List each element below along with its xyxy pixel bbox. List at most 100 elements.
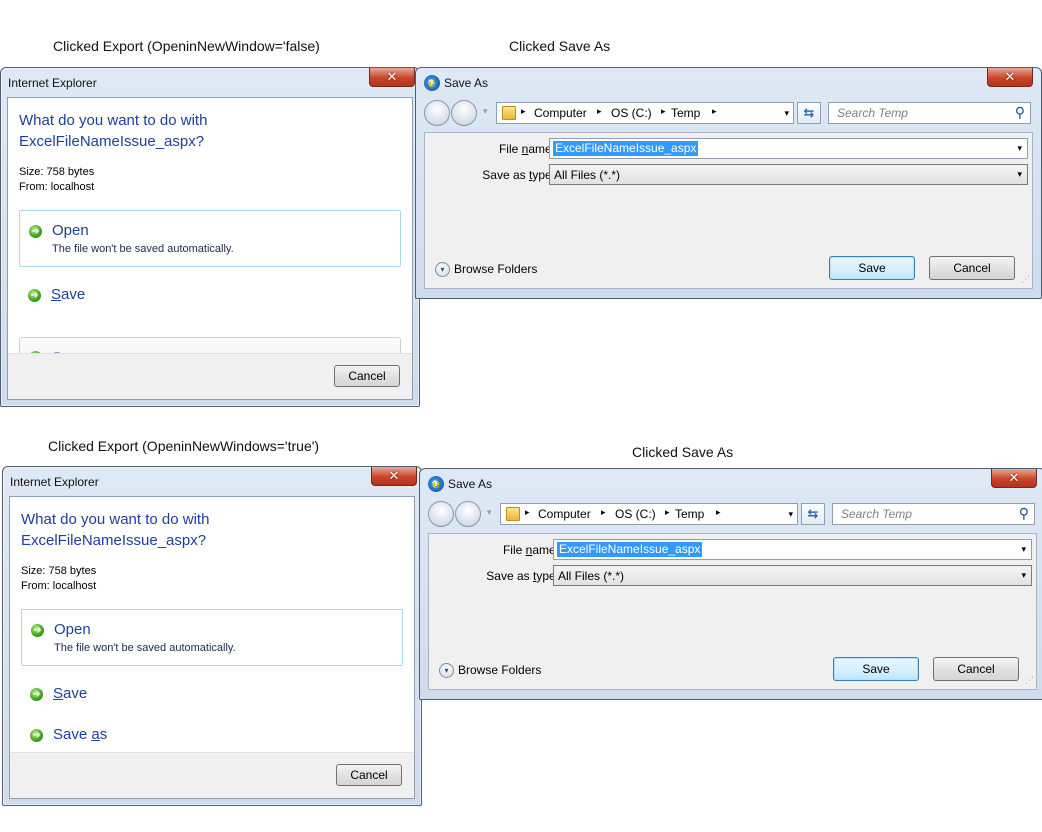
address-bar[interactable]: ▸ Computer ▸ OS (C:) ▸ Temp ▸ ▾ [496,102,794,124]
dialog-title: Internet Explorer [8,76,97,90]
filename-value[interactable]: ExcelFileNameIssue_aspx [553,141,699,156]
filename-label: File name: [498,142,555,156]
breadcrumb-temp[interactable]: Temp [675,507,704,521]
cancel-button[interactable]: Cancel [933,657,1019,681]
back-button[interactable] [428,501,454,527]
download-question: What do you want to do with ExcelFileNam… [21,511,210,549]
search-input[interactable]: Search Temp [837,106,908,120]
file-meta: Size: 758 bytes From: localhost [19,165,94,195]
file-source: From: localhost [21,580,97,592]
search-box[interactable]: Search Temp ⚲ [832,503,1035,525]
open-label: Open [54,621,91,638]
breadcrumb-computer[interactable]: Computer [534,106,587,120]
green-arrow-icon: ➜ [30,688,43,701]
open-label: Open [52,222,89,239]
save-type-value: All Files (*.*) [558,569,625,583]
nav-buttons [428,501,486,527]
chevron-down-icon[interactable]: ▾ [1017,143,1022,154]
green-arrow-icon: ➜ [30,729,43,742]
dialog-title: Save As [448,477,493,491]
save-type-value: All Files (*.*) [554,168,621,182]
chevron-down-icon[interactable]: ▾ [1021,544,1026,555]
crumb-arrow-icon: ▸ [601,507,606,517]
filename-label: File name: [502,543,559,557]
save-form: File name: ExcelFileNameIssue_aspx ▾ Sav… [428,533,1037,690]
green-arrow-icon: ➜ [31,624,44,637]
save-as-option[interactable]: ➜ Save as [21,715,403,757]
ie-download-dialog: Internet Explorer ✕ What do you want to … [2,466,422,806]
save-type-label: Save as type: [482,168,555,182]
browse-folders-toggle[interactable]: ▾ Browse Folders [439,663,541,679]
crumb-arrow-icon: ▸ [521,106,526,116]
save-label: Save [53,685,88,702]
file-meta: Size: 758 bytes From: localhost [21,564,96,594]
dialog-footer: Cancel [8,353,412,399]
save-as-dialog: e Save As ✕ ▾ ▸ Computer ▸ OS (C:) ▸ Tem… [415,67,1042,299]
close-button[interactable]: ✕ [991,469,1037,488]
caption-top-left: Clicked Export (OpeninNewWindow='false) [53,38,320,54]
breadcrumb-os-c[interactable]: OS (C:) [611,106,652,120]
chevron-down-icon[interactable]: ▾ [1021,570,1026,581]
crumb-arrow-icon: ▸ [712,106,717,116]
save-button[interactable]: Save [833,657,919,681]
open-sublabel: The file won't be saved automatically. [54,642,236,654]
open-option[interactable]: ➜ Open The file won't be saved automatic… [19,210,401,267]
file-source: From: localhost [19,181,95,193]
address-dropdown[interactable]: ▾ [788,509,793,520]
crumb-arrow-icon: ▸ [661,106,666,116]
open-option[interactable]: ➜ Open The file won't be saved automatic… [21,609,403,666]
recent-pages-dropdown[interactable]: ▾ [483,106,488,117]
save-button[interactable]: Save [829,256,915,280]
folder-icon [506,507,520,521]
refresh-icon[interactable]: ⇆ [797,102,821,124]
ie-logo-icon: e [424,75,440,91]
save-type-label: Save as type: [486,569,559,583]
nav-buttons [424,100,482,126]
save-as-label: Save as [53,726,108,743]
search-icon[interactable]: ⚲ [1015,104,1025,121]
recent-pages-dropdown[interactable]: ▾ [487,507,492,518]
breadcrumb-computer[interactable]: Computer [538,507,591,521]
save-type-select[interactable]: All Files (*.*) ▾ [553,565,1032,586]
green-arrow-icon: ➜ [29,225,42,238]
filename-field[interactable]: ExcelFileNameIssue_aspx ▾ [553,539,1032,560]
caption-bottom-left: Clicked Export (OpeninNewWindows='true') [48,438,320,454]
back-button[interactable] [424,100,450,126]
resize-grip[interactable]: ⋰ [1021,274,1030,285]
save-type-select[interactable]: All Files (*.*) ▾ [549,164,1028,185]
refresh-icon[interactable]: ⇆ [801,503,825,525]
folder-icon [502,106,516,120]
forward-button[interactable] [455,501,481,527]
chevron-down-icon: ▾ [439,663,454,679]
filename-value[interactable]: ExcelFileNameIssue_aspx [557,542,703,557]
save-option[interactable]: ➜ Save [19,275,401,317]
open-sublabel: The file won't be saved automatically. [52,243,234,255]
cancel-button[interactable]: Cancel [336,764,402,786]
close-button[interactable]: ✕ [369,68,415,87]
search-icon[interactable]: ⚲ [1019,505,1029,522]
breadcrumb-temp[interactable]: Temp [671,106,700,120]
resize-grip[interactable]: ⋰ [1025,675,1034,686]
cancel-button[interactable]: Cancel [929,256,1015,280]
chevron-down-icon[interactable]: ▾ [1017,169,1022,180]
ie-download-dialog: Internet Explorer ✕ What do you want to … [0,67,420,407]
dialog-title: Save As [444,76,489,90]
dialog-footer: Cancel [10,752,414,798]
search-box[interactable]: Search Temp ⚲ [828,102,1031,124]
browse-folders-toggle[interactable]: ▾ Browse Folders [435,262,537,278]
crumb-arrow-icon: ▸ [665,507,670,517]
close-button[interactable]: ✕ [987,68,1033,87]
breadcrumb-os-c[interactable]: OS (C:) [615,507,656,521]
save-option[interactable]: ➜ Save [21,674,403,716]
crumb-arrow-icon: ▸ [597,106,602,116]
filename-field[interactable]: ExcelFileNameIssue_aspx ▾ [549,138,1028,159]
caption-top-right: Clicked Save As [509,38,611,54]
close-button[interactable]: ✕ [371,467,417,486]
address-bar[interactable]: ▸ Computer ▸ OS (C:) ▸ Temp ▸ ▾ [500,503,798,525]
cancel-button[interactable]: Cancel [334,365,400,387]
file-size: Size: 758 bytes [19,166,95,178]
search-input[interactable]: Search Temp [841,507,912,521]
forward-button[interactable] [451,100,477,126]
crumb-arrow-icon: ▸ [525,507,530,517]
address-dropdown[interactable]: ▾ [784,108,789,119]
